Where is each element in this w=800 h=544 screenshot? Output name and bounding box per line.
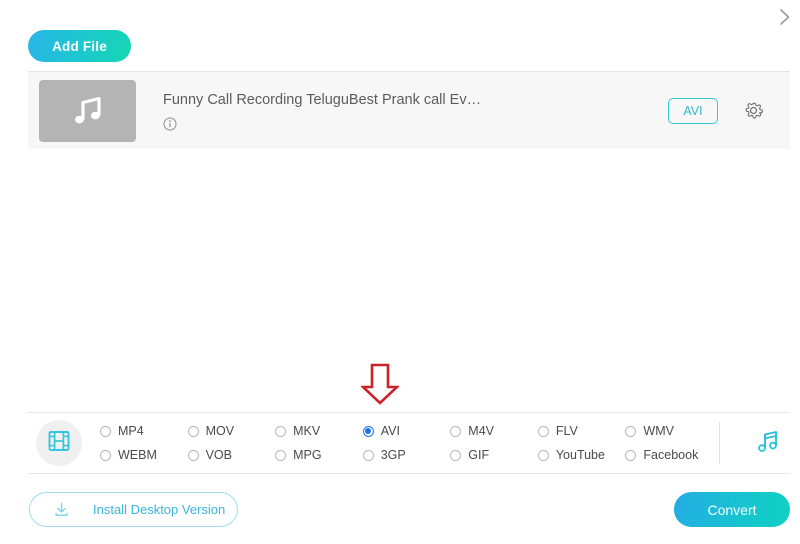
film-strip-icon [46,428,72,459]
radio-dot[interactable] [187,449,199,461]
music-note-icon [39,79,136,142]
format-label: MP4 [118,424,144,438]
format-option-mov[interactable]: MOV [187,420,276,442]
gear-icon[interactable] [742,100,764,122]
format-option-mkv[interactable]: MKV [275,420,363,442]
chevron-right-icon[interactable] [772,2,798,32]
radio-dot[interactable] [275,425,287,437]
radio-dot[interactable] [362,449,374,461]
format-label: AVI [380,424,400,438]
format-label: WMV [643,424,674,438]
format-label: MPG [293,448,322,462]
format-label: GIF [468,448,490,462]
format-bar: MP4 MOV MKV AVI M4V FLV WMV WEBM VOB MPG… [28,412,790,474]
format-option-youtube[interactable]: YouTube [537,444,626,466]
radio-dot[interactable] [537,449,549,461]
format-option-gif[interactable]: GIF [450,444,538,466]
format-option-avi[interactable]: AVI [362,420,451,442]
format-label: Facebook [643,448,699,462]
audio-format-tab[interactable] [744,420,790,466]
music-note-icon [752,426,782,461]
format-option-mp4[interactable]: MP4 [100,420,188,442]
format-option-flv[interactable]: FLV [537,420,626,442]
radio-dot[interactable] [625,449,637,461]
radio-dot[interactable] [625,425,637,437]
arrow-down-icon [359,363,401,405]
converter-app: Add File Funny Call Recording TeluguBest… [0,0,800,544]
install-desktop-version-button[interactable]: Install Desktop Version [29,492,238,527]
radio-dot[interactable] [275,449,287,461]
format-option-wmv[interactable]: WMV [625,420,713,442]
add-file-button[interactable]: Add File [28,30,131,62]
format-label: WEBM [118,448,157,462]
radio-dot[interactable] [450,425,462,437]
format-option-3gp[interactable]: 3GP [362,444,451,466]
radio-dot[interactable] [537,425,549,437]
format-label: FLV [555,424,578,438]
format-label: M4V [468,424,494,438]
output-format-button[interactable]: AVI [668,97,718,124]
convert-button[interactable]: Convert [674,492,790,527]
radio-dot[interactable] [100,425,111,437]
divider [719,422,720,464]
format-label: YouTube [555,448,605,462]
format-option-vob[interactable]: VOB [187,444,276,466]
format-option-webm[interactable]: WEBM [100,444,188,466]
file-list: Funny Call Recording TeluguBest Prank ca… [28,71,790,149]
file-meta: Funny Call Recording TeluguBest Prank ca… [163,91,668,131]
format-label: MOV [205,424,235,438]
install-label: Install Desktop Version [93,502,226,517]
file-name: Funny Call Recording TeluguBest Prank ca… [163,91,482,108]
format-option-mpg[interactable]: MPG [275,444,363,466]
radio-dot[interactable] [450,449,462,461]
radio-dot[interactable] [362,425,374,437]
format-option-m4v[interactable]: M4V [450,420,538,442]
format-option-facebook[interactable]: Facebook [625,444,713,466]
radio-dot[interactable] [187,425,199,437]
format-options: MP4 MOV MKV AVI M4V FLV WMV WEBM VOB MPG… [100,420,713,466]
download-icon [52,500,71,519]
format-label: VOB [205,448,232,462]
file-row[interactable]: Funny Call Recording TeluguBest Prank ca… [28,71,790,149]
video-format-tab[interactable] [36,420,82,466]
radio-dot[interactable] [100,449,111,461]
format-label: 3GP [380,448,406,462]
info-circle-icon[interactable] [163,117,177,131]
format-label: MKV [293,424,321,438]
